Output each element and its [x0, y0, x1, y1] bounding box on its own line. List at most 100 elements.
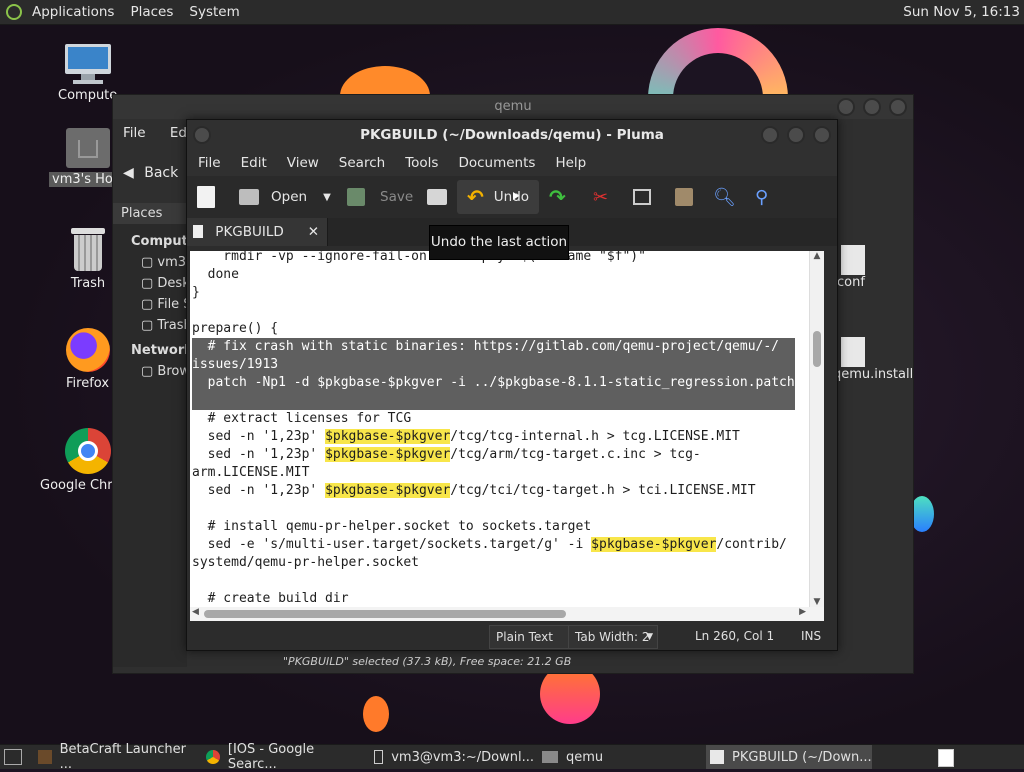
sidebar-section-computer: Computer	[131, 234, 204, 249]
menu-logo-icon[interactable]	[6, 4, 22, 20]
redo-button[interactable]: ↷	[549, 180, 566, 214]
scroll-down-icon[interactable]: ▼	[810, 597, 824, 607]
code-line[interactable]: systemd/qemu-pr-helper.socket	[192, 554, 795, 572]
new-button[interactable]	[197, 180, 215, 214]
maximize-button[interactable]	[863, 98, 881, 116]
task-label: qemu	[566, 749, 604, 765]
find-replace-icon: ⚲	[755, 186, 769, 208]
menu-file[interactable]: File	[123, 125, 146, 141]
paste-button[interactable]	[675, 180, 693, 214]
chrome-icon	[65, 428, 111, 474]
mouse-cursor	[513, 192, 519, 200]
code-line[interactable]	[192, 392, 795, 410]
menu-view[interactable]: View	[287, 155, 319, 171]
scroll-right-icon[interactable]: ▶	[799, 607, 806, 617]
sidebar-item-home[interactable]: ▢ vm3	[113, 249, 187, 270]
language-selector[interactable]: Plain Text	[489, 625, 569, 649]
maximize-button[interactable]	[787, 126, 805, 144]
code-line[interactable]: sed -n '1,23p' $pkgbase-$pkgver/tcg/tci/…	[192, 482, 795, 500]
code-line[interactable]: # extract licenses for TCG	[192, 410, 795, 428]
tab-width-selector[interactable]: Tab Width: 2 ▼	[568, 625, 658, 649]
task-terminal[interactable]: vm3@vm3:~/Downl...	[374, 745, 534, 769]
menu-file[interactable]: File	[198, 155, 221, 171]
scrollbar-thumb[interactable]	[204, 610, 566, 618]
horizontal-scrollbar[interactable]: ◀ ▶	[190, 607, 824, 621]
cut-button[interactable]: ✂	[593, 180, 608, 214]
workspace-switcher[interactable]	[938, 749, 954, 767]
code-line[interactable]: patch -Np1 -d $pkgbase-$pkgver -i ../$pk…	[192, 374, 795, 392]
code-line[interactable]: # create build dir	[192, 590, 795, 607]
show-desktop-icon[interactable]	[4, 749, 22, 765]
close-tab-icon[interactable]: ✕	[308, 218, 319, 246]
task-label: PKGBUILD (~/Down...	[732, 749, 872, 765]
vertical-scrollbar[interactable]: ▲ ▼	[809, 251, 824, 607]
tab-pkgbuild[interactable]: PKGBUILD ✕	[187, 218, 328, 246]
desktop-icon-label: Computer	[58, 88, 118, 103]
code-area[interactable]: rmdir -vp --ignore-fail-on-non-empty "$(…	[192, 251, 795, 607]
code-line[interactable]: }	[192, 284, 795, 302]
back-button[interactable]: ◀ Back	[123, 165, 178, 181]
menu-search[interactable]: Search	[339, 155, 385, 171]
copy-button[interactable]	[633, 180, 651, 214]
code-line[interactable]: sed -n '1,23p' $pkgbase-$pkgver/tcg/tcg-…	[192, 428, 795, 446]
java-icon	[38, 750, 52, 764]
code-line[interactable]	[192, 302, 795, 320]
window-menu-button[interactable]	[193, 126, 211, 144]
close-button[interactable]	[813, 126, 831, 144]
sidebar-item-browse[interactable]: ▢ Browse	[113, 358, 187, 379]
sidebar-item-trash[interactable]: ▢ Trash	[113, 312, 187, 333]
code-line[interactable]	[192, 500, 795, 518]
file-icon	[841, 245, 865, 275]
menu-edit[interactable]: Edit	[241, 155, 267, 171]
folder-icon	[542, 751, 558, 763]
clipboard-icon	[675, 188, 693, 206]
file-item[interactable]: conf	[837, 245, 865, 290]
text-editor[interactable]: rmdir -vp --ignore-fail-on-non-empty "$(…	[190, 251, 824, 607]
undo-button[interactable]: ↶ Undo	[457, 180, 539, 214]
document-icon	[193, 225, 203, 238]
undo-arrow-icon: ↶	[467, 185, 484, 209]
minimize-button[interactable]	[761, 126, 779, 144]
close-button[interactable]	[889, 98, 907, 116]
print-button[interactable]	[427, 180, 447, 214]
sidebar-item-filesystem[interactable]: ▢ File System	[113, 291, 187, 312]
replace-button[interactable]: ⚲	[755, 180, 768, 214]
sidebar-item-desktop[interactable]: ▢ Desktop	[113, 270, 187, 291]
scroll-left-icon[interactable]: ◀	[192, 607, 199, 617]
task-qemu-folder[interactable]: qemu	[542, 745, 702, 769]
sidebar-item-label: Trash	[157, 318, 187, 333]
open-dropdown-icon[interactable]: ▼	[323, 192, 331, 203]
menu-tools[interactable]: Tools	[405, 155, 438, 171]
code-line[interactable]: sed -e 's/multi-user.target/sockets.targ…	[192, 536, 795, 554]
file-icon	[841, 337, 865, 367]
save-button[interactable]: Save	[347, 180, 413, 214]
find-button[interactable]: 🔍︎	[713, 180, 736, 214]
open-folder-icon	[239, 189, 259, 205]
places-menu[interactable]: Places	[130, 4, 173, 20]
pluma-window: PKGBUILD (~/Downloads/qemu) - Pluma File…	[186, 119, 838, 651]
scroll-up-icon[interactable]: ▲	[810, 251, 824, 261]
code-line[interactable]: # install qemu-pr-helper.socket to socke…	[192, 518, 795, 536]
open-button[interactable]: Open ▼	[239, 180, 331, 214]
system-menu[interactable]: System	[189, 4, 239, 20]
menu-documents[interactable]: Documents	[458, 155, 535, 171]
code-line[interactable]: sed -n '1,23p' $pkgbase-$pkgver/tcg/arm/…	[192, 446, 795, 464]
code-line[interactable]: issues/1913	[192, 356, 795, 374]
task-chrome[interactable]: [IOS - Google Searc...	[206, 742, 366, 772]
minimize-button[interactable]	[837, 98, 855, 116]
menu-help[interactable]: Help	[555, 155, 586, 171]
window-title: PKGBUILD (~/Downloads/qemu) - Pluma	[187, 120, 837, 150]
code-line[interactable]: prepare() {	[192, 320, 795, 338]
applications-menu[interactable]: Applications	[32, 4, 114, 20]
clock[interactable]: Sun Nov 5, 16:13	[903, 4, 1020, 20]
file-item[interactable]: qemu.install	[833, 337, 913, 382]
code-line[interactable]: arm.LICENSE.MIT	[192, 464, 795, 482]
copy-icon	[633, 189, 651, 205]
code-line[interactable]: # fix crash with static binaries: https:…	[192, 338, 795, 356]
task-pluma[interactable]: PKGBUILD (~/Down...	[706, 745, 872, 769]
code-line[interactable]	[192, 572, 795, 590]
scrollbar-thumb[interactable]	[813, 331, 821, 367]
tab-width-label: Tab Width: 2	[575, 630, 650, 644]
code-line[interactable]: done	[192, 266, 795, 284]
task-betacraft[interactable]: BetaCraft Launcher ...	[38, 742, 198, 772]
